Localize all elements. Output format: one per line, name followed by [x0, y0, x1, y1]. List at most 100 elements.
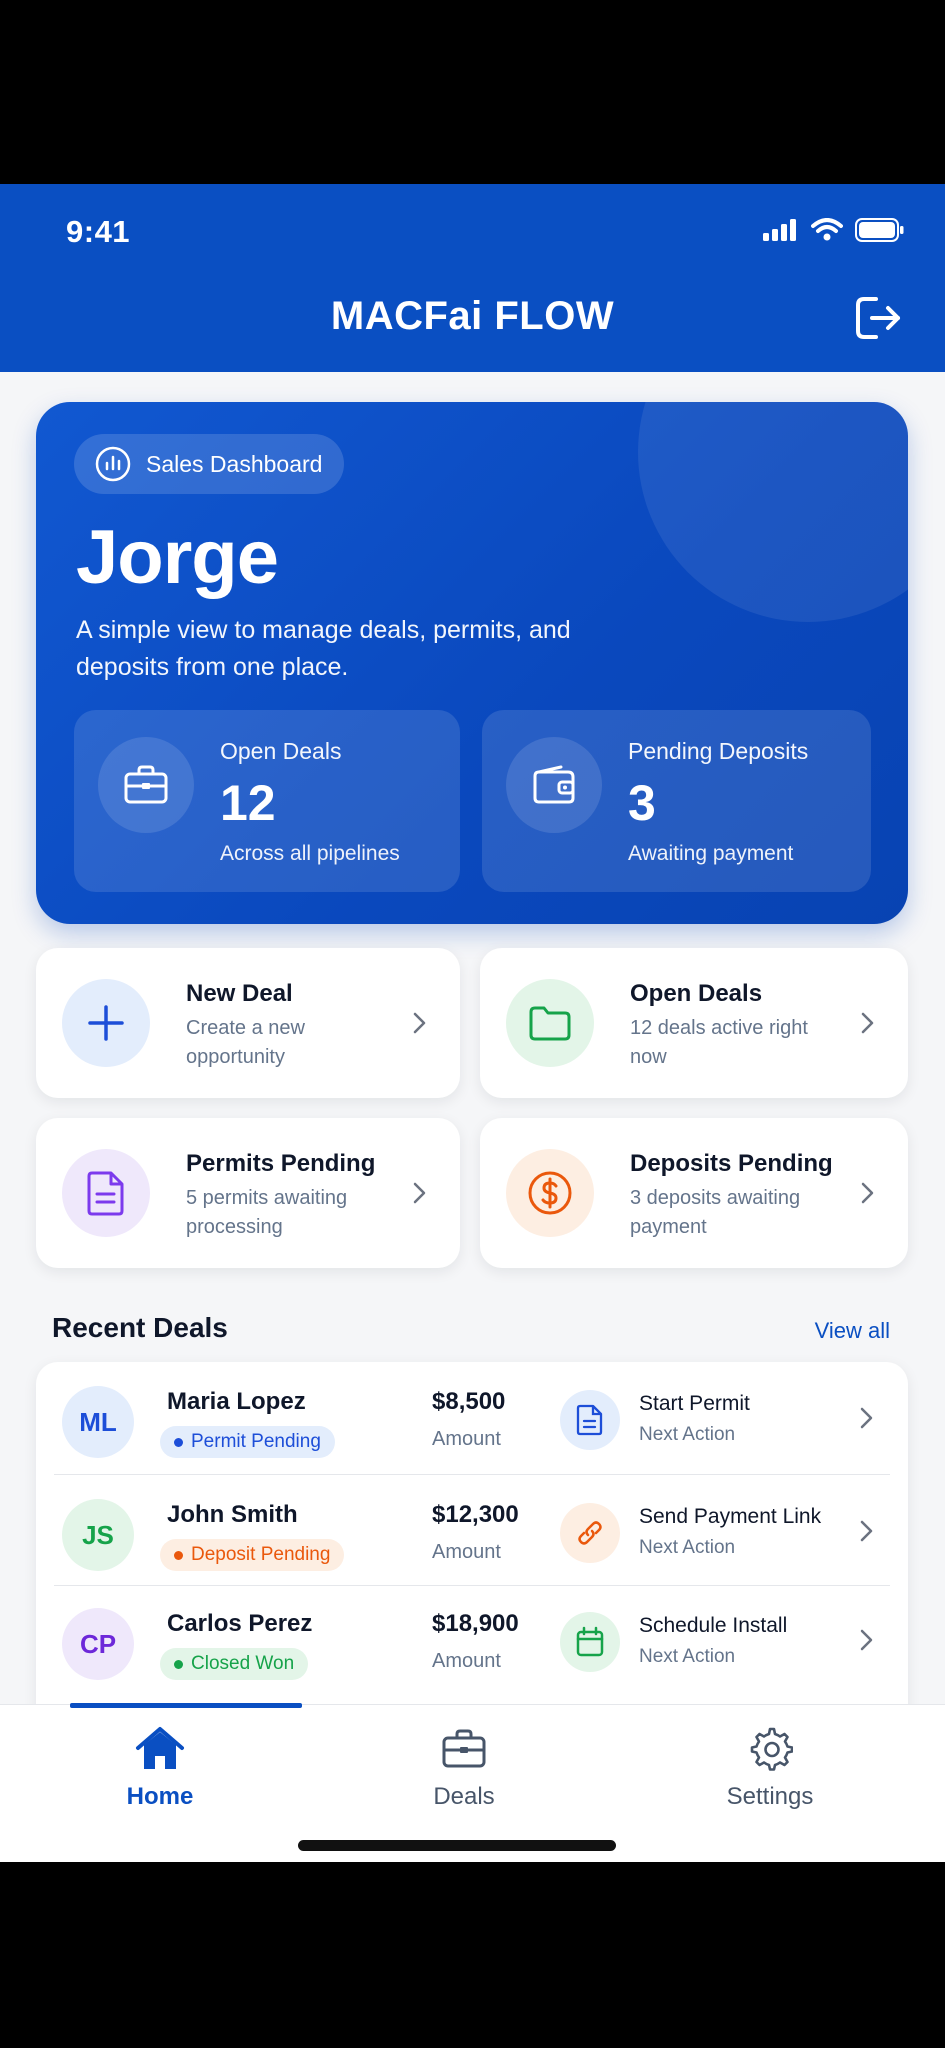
logout-icon — [856, 297, 900, 339]
next-action-icon-wrap — [560, 1503, 620, 1563]
bottom-letterbox — [0, 1862, 945, 2048]
action-icon-wrap — [62, 1149, 150, 1237]
briefcase-icon — [124, 765, 168, 804]
hero-subtitle: A simple view to manage deals, permits, … — [76, 616, 571, 681]
status-icons — [763, 218, 905, 242]
chevron-right-icon — [413, 1012, 426, 1034]
status-badge: Deposit Pending — [160, 1539, 345, 1571]
new-deal-card[interactable]: New Deal Create a new opportunity — [36, 948, 460, 1098]
status-badge: Closed Won — [160, 1648, 309, 1680]
nav-icon-wrap — [438, 1723, 490, 1775]
next-action-icon-wrap — [560, 1612, 620, 1672]
recent-deals-title: Recent Deals — [52, 1312, 228, 1343]
chevron-right-icon — [860, 1629, 873, 1651]
bottom-nav: Home Deals Settings — [0, 1703, 945, 1862]
app-header: 9:41 MACFai FLOW — [0, 184, 945, 372]
sales-dashboard-chip: Sales Dashboard — [74, 434, 345, 494]
link-icon — [578, 1521, 602, 1545]
next-action-title: Send Payment Link — [639, 1505, 822, 1528]
stat-pending-deposits[interactable]: Pending Deposits 3 Awaiting payment — [482, 710, 871, 892]
status-text: Permit Pending — [191, 1431, 321, 1452]
next-action-label: Next Action — [639, 1424, 736, 1445]
stat-foot: Across all pipelines — [220, 842, 400, 865]
hero-card: Sales Dashboard Jorge A simple view to m… — [36, 402, 908, 924]
action-title: Open Deals — [630, 980, 763, 1007]
stat-foot: Awaiting payment — [628, 842, 794, 865]
open-deals-card[interactable]: Open Deals 12 deals active right now — [480, 948, 908, 1098]
deal-amount: $18,900 — [432, 1610, 519, 1637]
deposits-pending-card[interactable]: Deposits Pending 3 deposits awaiting pay… — [480, 1118, 908, 1268]
next-action-title: Start Permit — [639, 1392, 750, 1415]
stat-open-deals[interactable]: Open Deals 12 Across all pipelines — [74, 710, 460, 892]
avatar: ML — [62, 1386, 134, 1458]
action-icon-wrap — [62, 979, 150, 1067]
permits-pending-card[interactable]: Permits Pending 5 permits awaiting proce… — [36, 1118, 460, 1268]
signal-icon — [763, 219, 796, 241]
stat-label: Open Deals — [220, 738, 342, 764]
chip-label: Sales Dashboard — [146, 450, 323, 477]
stat-icon-wrap — [506, 737, 602, 833]
calendar-icon — [576, 1626, 604, 1657]
next-action-label: Next Action — [639, 1537, 736, 1558]
nav-label: Settings — [726, 1783, 814, 1810]
action-title: New Deal — [186, 980, 293, 1007]
document-icon — [87, 1171, 124, 1216]
dollar-icon — [528, 1171, 572, 1215]
stat-label: Pending Deposits — [628, 738, 809, 764]
action-icon-wrap — [506, 1149, 594, 1237]
next-action-label: Next Action — [639, 1646, 736, 1667]
action-desc: Create a new opportunity — [186, 1017, 305, 1068]
folder-icon — [529, 1006, 571, 1041]
deal-name: Maria Lopez — [167, 1388, 306, 1415]
avatar: JS — [62, 1499, 134, 1571]
action-icon-wrap — [506, 979, 594, 1067]
app-screen: 9:41 MACFai FLOW Sales Dashboard Jorge A… — [0, 184, 945, 1862]
nav-icon-wrap — [744, 1723, 796, 1775]
status-badge: Permit Pending — [160, 1426, 335, 1458]
battery-icon — [855, 218, 904, 242]
amount-label: Amount — [432, 1650, 501, 1672]
logout-button[interactable] — [851, 290, 907, 346]
plus-icon — [88, 1005, 124, 1041]
stat-icon-wrap — [98, 737, 194, 833]
chevron-right-icon — [861, 1012, 874, 1034]
nav-home[interactable]: Home — [60, 1723, 260, 1811]
nav-label: Home — [126, 1783, 194, 1810]
stat-value: 12 — [220, 775, 276, 831]
action-desc: 12 deals active right now — [630, 1017, 808, 1068]
deal-row[interactable]: ML Maria Lopez Permit Pending $8,500 Amo… — [36, 1362, 908, 1474]
deal-name: John Smith — [167, 1501, 298, 1528]
document-icon — [576, 1404, 603, 1436]
chart-icon — [95, 446, 131, 482]
recent-deals-list: ML Maria Lopez Permit Pending $8,500 Amo… — [36, 1362, 908, 1762]
status-dot — [174, 1437, 183, 1447]
nav-label: Deals — [433, 1783, 495, 1810]
deal-name: Carlos Perez — [167, 1610, 313, 1637]
next-action-title: Schedule Install — [639, 1614, 788, 1637]
action-title: Permits Pending — [186, 1150, 376, 1177]
action-desc: 5 permits awaiting processing — [186, 1187, 348, 1238]
nav-settings[interactable]: Settings — [670, 1723, 870, 1811]
status-time: 9:41 — [66, 214, 131, 249]
top-letterbox — [0, 0, 945, 184]
briefcase-icon — [442, 1729, 486, 1768]
status-dot — [174, 1550, 183, 1560]
view-all-link[interactable]: View all — [815, 1318, 890, 1344]
deal-row[interactable]: CP Carlos Perez Closed Won $18,900 Amoun… — [36, 1584, 908, 1696]
amount-label: Amount — [432, 1541, 501, 1563]
deal-row[interactable]: JS John Smith Deposit Pending $12,300 Am… — [36, 1475, 908, 1587]
amount-label: Amount — [432, 1428, 501, 1450]
chevron-right-icon — [860, 1407, 873, 1429]
deal-amount: $12,300 — [432, 1501, 519, 1528]
wifi-icon — [811, 218, 843, 241]
hero-decoration — [638, 402, 908, 622]
user-name: Jorge — [76, 515, 279, 600]
chevron-right-icon — [413, 1182, 426, 1204]
stat-value: 3 — [628, 775, 656, 831]
status-text: Closed Won — [191, 1653, 295, 1674]
chevron-right-icon — [860, 1520, 873, 1542]
gear-icon — [750, 1727, 793, 1771]
action-desc: 3 deposits awaiting payment — [630, 1187, 801, 1238]
nav-deals[interactable]: Deals — [364, 1723, 564, 1811]
deal-amount: $8,500 — [432, 1388, 506, 1415]
